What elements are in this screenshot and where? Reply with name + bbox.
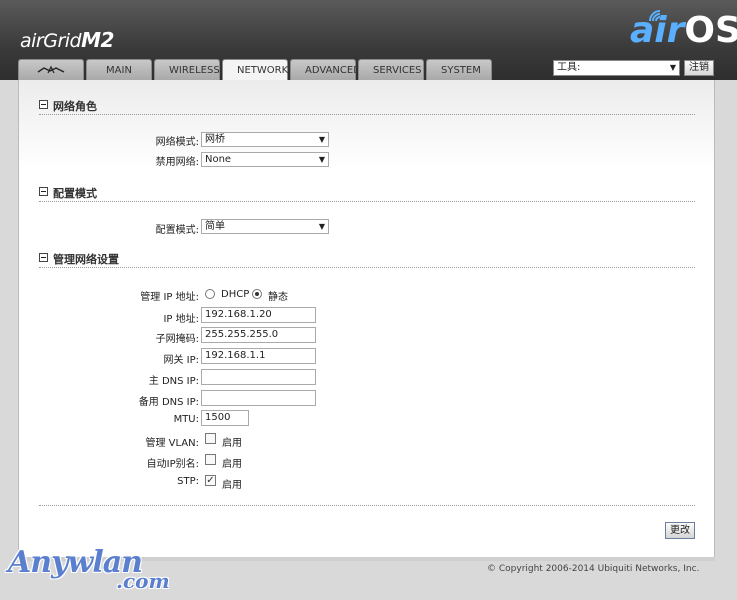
section-title: 网络角色 (53, 100, 97, 113)
stp-option: 启用 (222, 480, 242, 491)
vlan-label: 管理 VLAN: (145, 438, 199, 449)
tab-services[interactable]: SERVICES (358, 59, 424, 80)
vlan-checkbox[interactable] (205, 433, 216, 444)
main-tabs: MAIN WIRELESS NETWORK ADVANCED SERVICES … (18, 59, 492, 81)
mtu-input[interactable]: 1500 (201, 410, 249, 426)
disable-network-select[interactable]: None ▼ (201, 152, 329, 167)
chevron-down-icon: ▼ (318, 222, 325, 231)
collapse-icon[interactable] (39, 100, 48, 109)
dns1-label: 主 DNS IP: (148, 376, 199, 387)
network-mode-value: 网桥 (205, 134, 225, 145)
tools-select-value: 工具: (557, 62, 581, 73)
dhcp-radio[interactable] (205, 289, 215, 299)
tab-ubnt[interactable] (18, 59, 84, 80)
auto-ip-alias-checkbox[interactable] (205, 454, 216, 465)
ip-address-label: IP 地址: (163, 314, 199, 325)
tools-select[interactable]: 工具: ▼ (553, 60, 680, 76)
static-radio[interactable] (252, 289, 262, 299)
dns1-input[interactable] (201, 369, 316, 385)
config-mode-select[interactable]: 简单 ▼ (201, 219, 329, 234)
static-label: 静态 (268, 292, 288, 303)
product-suffix: M2 (81, 28, 114, 52)
tab-main[interactable]: MAIN (86, 59, 152, 80)
mgmt-ip-mode-label: 管理 IP 地址: (140, 292, 199, 303)
section-title: 管理网络设置 (53, 253, 119, 266)
chevron-down-icon: ▼ (669, 63, 676, 72)
apply-button[interactable]: 更改 (665, 522, 695, 539)
gateway-input[interactable]: 192.168.1.1 (201, 348, 316, 364)
watermark-line2: .com (116, 569, 170, 593)
product-name: Grid (43, 30, 82, 52)
chevron-down-icon: ▼ (318, 135, 325, 144)
stp-checkbox[interactable]: ✓ (205, 475, 216, 486)
tab-network[interactable]: NETWORK (222, 59, 288, 81)
disable-network-value: None (205, 154, 232, 165)
logo-os: OS (684, 10, 737, 51)
netmask-input[interactable]: 255.255.255.0 (201, 327, 316, 343)
config-mode-label: 配置模式: (155, 225, 199, 236)
auto-ip-alias-option: 启用 (222, 459, 242, 470)
ip-address-input[interactable]: 192.168.1.20 (201, 307, 316, 323)
collapse-icon[interactable] (39, 187, 48, 196)
copyright-text: © Copyright 2006-2014 Ubiquiti Networks,… (487, 564, 700, 574)
logo-air: air (630, 10, 685, 51)
vlan-option: 启用 (222, 438, 242, 449)
section-management[interactable]: 管理网络设置 (39, 251, 695, 268)
tab-wireless[interactable]: WIRELESS (154, 59, 220, 80)
product-brand: airGridM2 (20, 28, 114, 52)
section-config-mode[interactable]: 配置模式 (39, 185, 695, 202)
section-title: 配置模式 (53, 187, 97, 200)
network-panel: 网络角色 网络模式: 网桥 ▼ 禁用网络: None ▼ 配置模式 配置模式: … (18, 80, 715, 557)
watermark: Anywlan .com (8, 545, 170, 595)
gateway-label: 网关 IP: (163, 355, 199, 366)
network-mode-label: 网络模式: (155, 137, 199, 148)
section-network-role[interactable]: 网络角色 (39, 98, 695, 115)
dns2-input[interactable] (201, 390, 316, 406)
divider (39, 505, 695, 506)
dns2-label: 备用 DNS IP: (138, 397, 199, 408)
disable-network-label: 禁用网络: (155, 157, 199, 168)
auto-ip-alias-label: 自动IP别名: (146, 459, 199, 470)
stp-label: STP: (177, 476, 199, 487)
dhcp-label: DHCP (221, 289, 250, 300)
collapse-icon[interactable] (39, 253, 48, 262)
config-mode-value: 简单 (205, 221, 225, 232)
netmask-label: 子网掩码: (155, 334, 199, 345)
logout-button[interactable]: 注销 (684, 60, 714, 76)
product-prefix: air (20, 30, 44, 52)
mtu-label: MTU: (173, 414, 199, 425)
tab-advanced[interactable]: ADVANCED (290, 59, 361, 80)
tab-system[interactable]: SYSTEM (426, 59, 492, 80)
airos-logo: airOS™ (630, 10, 737, 51)
network-mode-select[interactable]: 网桥 ▼ (201, 132, 329, 147)
chevron-down-icon: ▼ (318, 155, 325, 164)
ubiquiti-logo-icon (37, 65, 65, 74)
